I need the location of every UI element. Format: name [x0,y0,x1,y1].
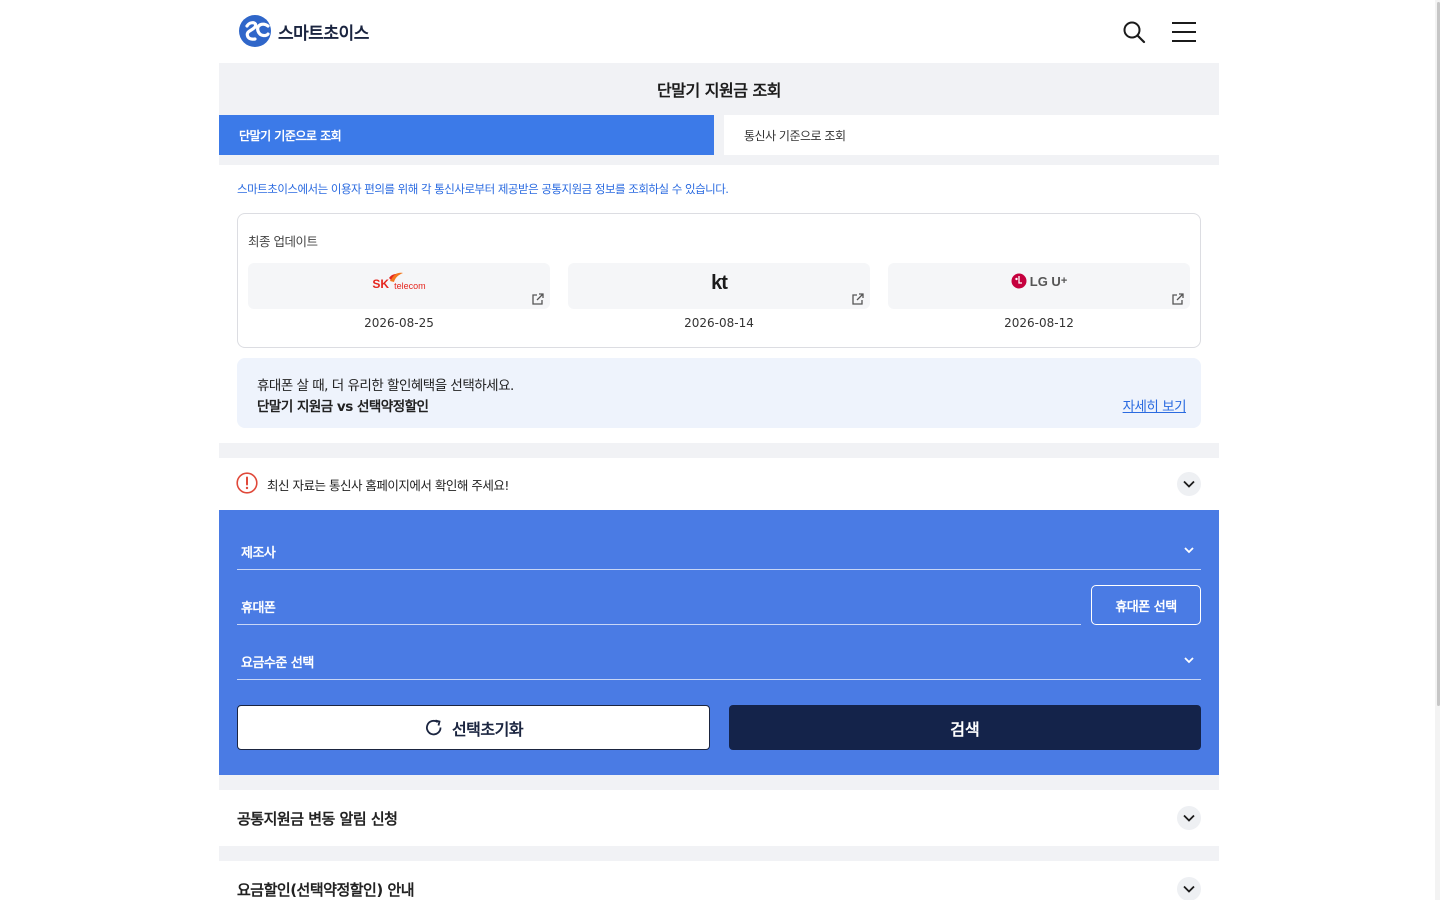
chevron-down-icon [1183,814,1195,822]
manufacturer-label: 제조사 [241,546,276,561]
warning-row: 최신 자료는 통신사 홈페이지에서 확인해 주세요! [219,458,1219,510]
warning-text: 최신 자료는 통신사 홈페이지에서 확인해 주세요! [267,478,509,493]
page-title-bar: 단말기 지원금 조회 [219,63,1219,115]
external-link-icon[interactable] [531,293,544,306]
page-title: 단말기 지원금 조회 [657,81,781,100]
accordion-rate-discount[interactable]: 요금할인(선택약정할인) 안내 [219,861,1219,900]
external-link-icon[interactable] [1171,293,1184,306]
last-update-title: 최종 업데이트 [248,234,318,249]
promo-line-2: 단말기 지원금 vs 선택약정할인 [257,399,429,415]
chevron-down-icon [1183,885,1195,893]
search-icon[interactable] [1122,20,1146,44]
skt-wing-icon [389,272,403,282]
refresh-icon [425,719,442,735]
tab-by-carrier[interactable]: 통신사 기준으로 조회 [724,115,1219,155]
lgu-update-date: 2026-08-12 [1004,316,1074,330]
skt-update-date: 2026-08-25 [364,316,434,330]
logo[interactable]: 스마트초이스 [238,14,369,48]
hamburger-menu-icon[interactable] [1171,20,1197,44]
info-notice: 스마트초이스에서는 이용자 편의를 위해 각 통신사로부터 제공받은 공통지원금… [237,182,729,196]
chevron-down-icon [1184,547,1194,554]
phone-label: 휴대폰 [241,601,276,616]
promo-line-1: 휴대폰 살 때, 더 유리한 할인혜택을 선택하세요. [257,378,514,394]
manufacturer-select[interactable]: 제조사 [237,530,1201,570]
reset-button[interactable]: 선택초기화 [237,705,710,750]
section-divider [219,846,1219,861]
promo-detail-link[interactable]: 자세히 보기 [1123,395,1187,415]
section-divider [219,443,1219,458]
phone-field[interactable]: 휴대폰 [237,585,1081,625]
search-button[interactable]: 검색 [729,705,1201,750]
warning-expand-button[interactable] [1177,472,1201,496]
lg-face-icon [1011,273,1027,289]
carrier-card-kt[interactable]: kt [568,263,870,309]
tab-by-device[interactable]: 단말기 기준으로 조회 [219,115,714,155]
tab-divider [714,115,724,155]
section-divider [219,775,1219,790]
chevron-down-icon [1183,480,1195,488]
external-link-icon[interactable] [851,293,864,306]
search-panel: 제조사 휴대폰 휴대폰 선택 요금수준 선택 선택초기화 검색 [219,510,1219,775]
accordion-subsidy-alert[interactable]: 공통지원금 변동 알림 신청 [219,790,1219,846]
accordion-expand-button[interactable] [1177,877,1201,900]
tab-underline-strip [219,155,1219,165]
accordion-title: 공통지원금 변동 알림 신청 [237,810,398,828]
carrier-card-lgu[interactable]: LG U + [888,263,1190,309]
carrier-card-skt[interactable]: SK telecom [248,263,550,309]
search-button-label: 검색 [950,719,980,739]
skt-logo: SK telecom [248,272,550,292]
last-update-box: 최종 업데이트 SK telecom 2026-08-25 kt 2026-08… [237,213,1201,348]
reset-button-label: 선택초기화 [451,719,524,739]
kt-logo: kt [711,272,728,294]
lgu-logo: LG U + [888,273,1190,289]
exclamation-circle-icon [236,472,258,494]
kt-update-date: 2026-08-14 [684,316,754,330]
plan-level-label: 요금수준 선택 [241,656,314,671]
plan-level-select[interactable]: 요금수준 선택 [237,640,1201,680]
smartchoice-logo-icon [239,15,271,47]
site-header: 스마트초이스 [219,0,1219,63]
promo-banner: 휴대폰 살 때, 더 유리한 할인혜택을 선택하세요. 단말기 지원금 vs 선… [237,358,1201,428]
accordion-expand-button[interactable] [1177,806,1201,830]
chevron-down-icon [1184,657,1194,664]
phone-select-button[interactable]: 휴대폰 선택 [1091,585,1201,625]
accordion-title: 요금할인(선택약정할인) 안내 [237,881,415,899]
brand-name: 스마트초이스 [278,23,369,44]
